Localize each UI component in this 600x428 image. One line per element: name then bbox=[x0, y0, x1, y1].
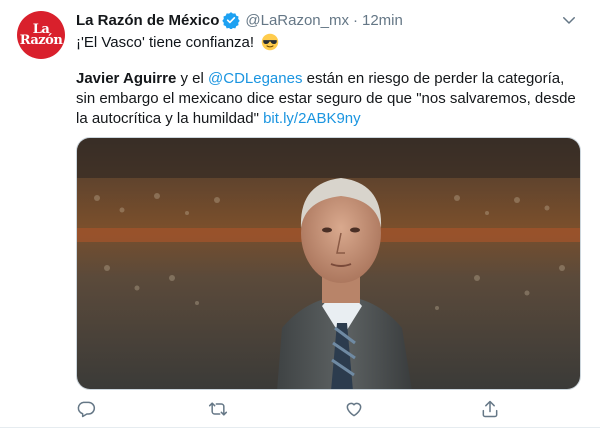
tweet-actions bbox=[76, 399, 581, 421]
mention-link[interactable]: @CDLeganes bbox=[208, 70, 302, 87]
separator-dot: · bbox=[352, 11, 358, 29]
url-link[interactable]: bit.ly/2ABK9ny bbox=[263, 110, 361, 127]
tweet-first-line: ¡'El Vasco' tiene confianza! bbox=[76, 33, 279, 53]
sunglasses-emoji-icon bbox=[261, 33, 279, 51]
avatar-logo: La Razón bbox=[19, 22, 63, 48]
tweet-card[interactable]: La Razón La Razón de México @LaRazon_mx ·… bbox=[0, 0, 600, 428]
heart-icon[interactable] bbox=[344, 399, 364, 419]
verified-badge-icon bbox=[222, 12, 241, 29]
author-name[interactable]: La Razón de México bbox=[76, 12, 219, 29]
reply-icon[interactable] bbox=[76, 399, 96, 419]
retweet-icon[interactable] bbox=[208, 399, 228, 419]
tweet-header: La Razón de México @LaRazon_mx · 12min bbox=[76, 9, 580, 31]
tweet-headline-text: ¡'El Vasco' tiene confianza! bbox=[76, 34, 255, 51]
chevron-down-icon[interactable] bbox=[560, 11, 578, 29]
share-icon[interactable] bbox=[480, 399, 500, 419]
avatar[interactable]: La Razón bbox=[17, 11, 65, 59]
body-text-segment: y el bbox=[176, 70, 209, 87]
tweet-timestamp[interactable]: 12min bbox=[362, 12, 403, 29]
body-bold-name: Javier Aguirre bbox=[76, 70, 177, 87]
tweet-photo[interactable] bbox=[76, 137, 581, 390]
photo-illustration bbox=[77, 138, 580, 389]
tweet-body: Javier Aguirre y el @CDLeganes están en … bbox=[76, 69, 581, 129]
author-handle[interactable]: @LaRazon_mx bbox=[245, 12, 349, 29]
